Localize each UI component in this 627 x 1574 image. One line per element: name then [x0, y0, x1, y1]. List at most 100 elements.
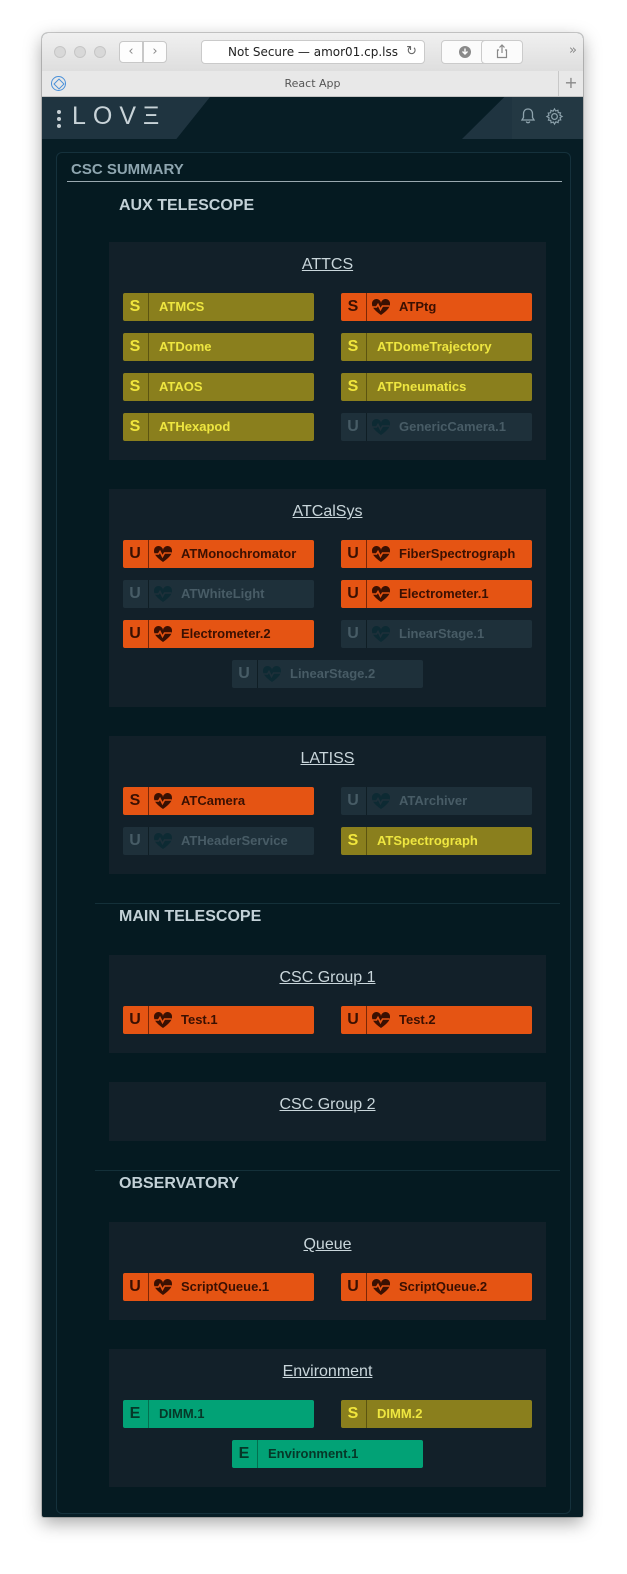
tab-title[interactable]: React App — [42, 71, 583, 96]
csc-item[interactable]: S ATAOS — [123, 373, 314, 401]
csc-state-separator — [148, 620, 149, 648]
share-button[interactable] — [481, 40, 523, 64]
csc-name: Electrometer.2 — [181, 626, 271, 641]
csc-item[interactable]: S ATSpectrograph — [341, 827, 532, 855]
csc-item[interactable]: U ATHeaderService — [123, 827, 314, 855]
menu-icon[interactable] — [57, 110, 61, 131]
csc-item[interactable]: S ATHexapod — [123, 413, 314, 441]
csc-state-separator — [366, 293, 367, 321]
csc-state-badge: U — [347, 1011, 359, 1028]
csc-state-badge: S — [129, 378, 141, 395]
csc-state-separator — [148, 413, 149, 441]
csc-state-badge: S — [347, 298, 359, 315]
heartbeat-icon — [371, 298, 391, 315]
csc-state-badge: S — [347, 338, 359, 355]
csc-item[interactable]: S ATPneumatics — [341, 373, 532, 401]
csc-item[interactable]: U LinearStage.1 — [341, 620, 532, 648]
csc-item[interactable]: U ATArchiver — [341, 787, 532, 815]
csc-state-badge: U — [129, 625, 141, 642]
csc-item[interactable]: U Electrometer.2 — [123, 620, 314, 648]
csc-summary-panel: CSC SUMMARY AUX TELESCOPE ATTCS S ATMCS S ATP… — [56, 152, 571, 1514]
csc-item[interactable]: S ATCamera — [123, 787, 314, 815]
csc-state-badge: U — [347, 1278, 359, 1295]
csc-state-badge: S — [129, 298, 141, 315]
minimize-window-button[interactable] — [74, 46, 86, 58]
back-icon: ‹ — [128, 44, 134, 59]
csc-name: ATCamera — [181, 793, 246, 808]
csc-group: LATISS S ATCamera U ATArchiver U ATHeaderServi… — [109, 736, 546, 874]
csc-name: ATPneumatics — [377, 379, 467, 394]
csc-state-separator — [148, 827, 149, 855]
csc-item[interactable]: U Electrometer.1 — [341, 580, 532, 608]
csc-state-badge: E — [129, 1405, 141, 1422]
csc-item[interactable]: E DIMM.1 — [123, 1400, 314, 1428]
forward-button[interactable]: › — [143, 41, 167, 63]
csc-state-separator — [257, 1440, 258, 1468]
heartbeat-icon — [153, 832, 173, 849]
heartbeat-icon — [153, 1278, 173, 1295]
csc-item[interactable]: S ATMCS — [123, 293, 314, 321]
csc-item[interactable]: S ATDome — [123, 333, 314, 361]
csc-item[interactable]: U Test.1 — [123, 1006, 314, 1034]
csc-state-badge: U — [129, 1011, 141, 1028]
csc-state-badge: U — [347, 545, 359, 562]
csc-item[interactable]: U ATWhiteLight — [123, 580, 314, 608]
back-button[interactable]: ‹ — [119, 41, 143, 63]
csc-state-separator — [366, 413, 367, 441]
reload-icon[interactable]: ↻ — [406, 41, 417, 63]
csc-state-badge: U — [129, 545, 141, 562]
new-tab-button[interactable]: + — [558, 71, 583, 96]
csc-state-separator — [366, 373, 367, 401]
category-title: OBSERVATORY — [119, 1175, 240, 1192]
csc-item[interactable]: U ScriptQueue.1 — [123, 1273, 314, 1301]
csc-group: Environment E DIMM.1 S DIMM.2 E Environment.1 — [109, 1349, 546, 1487]
csc-item[interactable]: S ATDomeTrajectory — [341, 333, 532, 361]
csc-group-title[interactable]: CSC Group 2 — [109, 1096, 546, 1114]
csc-state-badge: S — [129, 792, 141, 809]
more-toolbar-icon[interactable]: » — [569, 43, 577, 58]
close-window-button[interactable] — [54, 46, 66, 58]
gear-icon[interactable] — [545, 107, 564, 131]
csc-state-separator — [148, 1273, 149, 1301]
csc-name: Test.2 — [399, 1012, 436, 1027]
csc-name: ScriptQueue.1 — [181, 1279, 270, 1294]
csc-item[interactable]: S ATPtg — [341, 293, 532, 321]
csc-item[interactable]: U GenericCamera.1 — [341, 413, 532, 441]
csc-item[interactable]: E Environment.1 — [232, 1440, 423, 1468]
csc-state-badge: S — [347, 378, 359, 395]
app-topbar: LOVΞ — [42, 97, 583, 139]
csc-state-badge: U — [347, 418, 359, 435]
love-logo[interactable]: LOVΞ — [72, 102, 166, 131]
csc-item[interactable]: U ATMonochromator — [123, 540, 314, 568]
csc-group-title[interactable]: CSC Group 1 — [109, 969, 546, 987]
csc-item[interactable]: S DIMM.2 — [341, 1400, 532, 1428]
csc-item[interactable]: U ScriptQueue.2 — [341, 1273, 532, 1301]
csc-group-title[interactable]: Environment — [109, 1363, 546, 1381]
heartbeat-icon — [153, 1011, 173, 1028]
heartbeat-icon — [371, 418, 391, 435]
csc-name: ATAOS — [159, 379, 203, 394]
heartbeat-icon — [371, 792, 391, 809]
csc-group-title[interactable]: ATTCS — [109, 256, 546, 274]
csc-item[interactable]: U Test.2 — [341, 1006, 532, 1034]
csc-name: DIMM.1 — [159, 1406, 205, 1421]
csc-state-badge: U — [129, 832, 141, 849]
category-divider — [95, 903, 560, 904]
csc-item[interactable]: U FiberSpectrograph — [341, 540, 532, 568]
csc-state-separator — [148, 373, 149, 401]
csc-group: Queue U ScriptQueue.1 U ScriptQueue.2 — [109, 1222, 546, 1320]
browser-window: ‹ › Not Secure — amor01.cp.lss ↻ » React… — [42, 33, 583, 1517]
zoom-window-button[interactable] — [94, 46, 106, 58]
csc-item[interactable]: U LinearStage.2 — [232, 660, 423, 688]
csc-group-title[interactable]: Queue — [109, 1236, 546, 1254]
heartbeat-icon — [371, 585, 391, 602]
heartbeat-icon — [371, 1278, 391, 1295]
csc-group-title[interactable]: LATISS — [109, 750, 546, 768]
tab-bar: React App + — [42, 71, 583, 97]
csc-state-badge: U — [238, 665, 250, 682]
bell-icon[interactable] — [519, 107, 537, 130]
address-bar[interactable]: Not Secure — amor01.cp.lss ↻ — [201, 40, 425, 64]
csc-state-separator — [366, 333, 367, 361]
csc-name: Electrometer.1 — [399, 586, 489, 601]
csc-group-title[interactable]: ATCalSys — [109, 503, 546, 521]
